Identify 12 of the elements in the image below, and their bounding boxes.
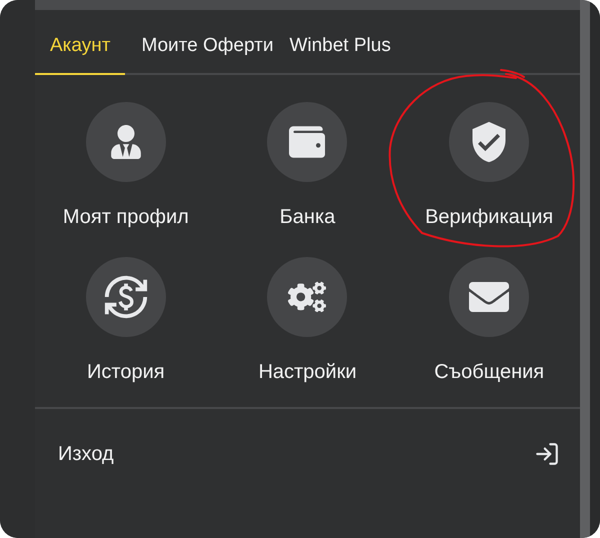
menu-tile[interactable]: Моят профил [62, 102, 189, 232]
wallet-icon [289, 124, 326, 160]
tab[interactable]: Акаунт [35, 32, 126, 74]
menu-tile[interactable]: Съобщения [434, 256, 544, 386]
tab[interactable]: Моите Оферти [141, 32, 274, 74]
dollar-cycle-icon [102, 274, 149, 320]
menu-tile[interactable]: Верификация [425, 102, 554, 232]
tab[interactable]: Winbet Plus [289, 32, 391, 74]
logout-row[interactable]: Изход [35, 408, 580, 468]
scrollbar[interactable] [580, 0, 590, 538]
logout-icon [534, 440, 560, 466]
person-icon [108, 124, 143, 158]
